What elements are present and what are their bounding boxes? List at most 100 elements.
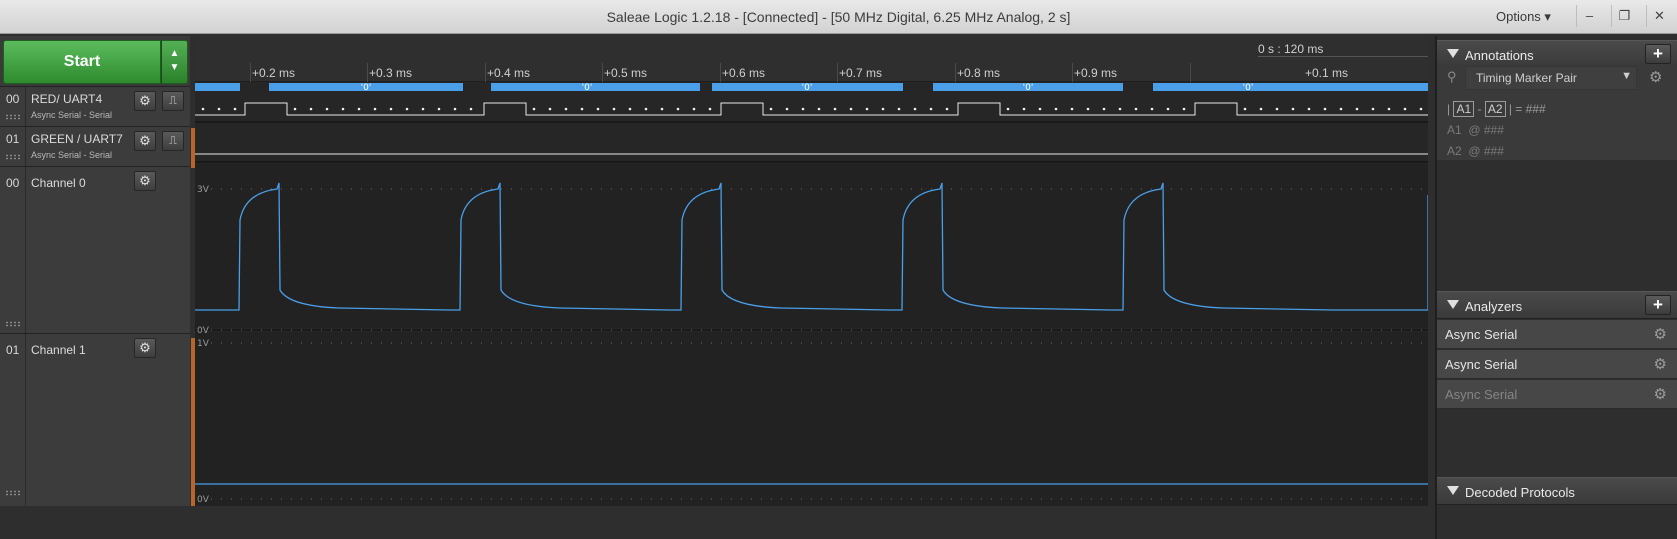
channel-row-channel-1[interactable]: 01 Channel 1 ⚙ — [0, 333, 190, 506]
channel-row-channel-0[interactable]: 00 Channel 0 ⚙ — [0, 166, 190, 333]
analyzer-item[interactable]: Async Serial ⚙ — [1437, 350, 1677, 379]
sample-dot — [357, 107, 361, 111]
decoded-protocols-header[interactable]: Decoded Protocols — [1437, 477, 1677, 505]
a2-line: A2 @ ### — [1447, 144, 1504, 158]
sample-dot — [233, 107, 237, 111]
side-panel: Annotations + ⚲ Timing Marker Pair ▼ ⚙ |… — [1435, 36, 1677, 539]
sample-dot — [1259, 107, 1263, 111]
minimize-button[interactable]: – — [1576, 5, 1602, 27]
drag-grip-icon[interactable] — [5, 114, 21, 120]
decoded-frame-bar[interactable] — [195, 83, 240, 91]
sample-dot — [833, 107, 837, 111]
sample-dot — [1419, 107, 1423, 111]
sample-dot — [1339, 107, 1343, 111]
analyzer-item[interactable]: Async Serial ⚙ — [1437, 380, 1677, 409]
sample-dot — [1054, 107, 1058, 111]
analyzer-label: Async Serial — [1445, 387, 1518, 402]
sample-dot — [1038, 107, 1042, 111]
add-annotation-button[interactable]: + — [1645, 44, 1671, 64]
sample-dot — [676, 107, 680, 111]
sample-dot — [865, 107, 869, 111]
sample-dot — [1275, 107, 1279, 111]
start-button[interactable]: Start — [3, 40, 161, 84]
scale-bottom-label: 0V — [197, 495, 210, 505]
sample-dot — [1371, 107, 1375, 111]
channel-settings-gear-icon[interactable]: ⚙ — [134, 338, 156, 358]
analyzer-settings-gear-icon[interactable]: ⚙ — [1654, 355, 1667, 373]
channel-settings-gear-icon[interactable]: ⚙ — [134, 91, 156, 111]
trigger-icon[interactable]: ⎍ — [162, 91, 184, 111]
channel-settings-gear-icon[interactable]: ⚙ — [134, 171, 156, 191]
channel-name: RED/ UART4 — [31, 92, 103, 106]
close-button[interactable]: ✕ — [1646, 5, 1672, 27]
sample-dot — [548, 107, 552, 111]
scale-top-label: 3V — [197, 185, 210, 195]
options-menu[interactable]: Options ▾ — [1496, 9, 1551, 25]
add-analyzer-button[interactable]: + — [1645, 295, 1671, 315]
sample-dot — [309, 107, 313, 111]
decoded-protocols-title: Decoded Protocols — [1465, 485, 1575, 500]
sample-dot — [1118, 107, 1122, 111]
marker-pair-line: | A1 - A2 | = ### — [1447, 101, 1546, 117]
channel-number: 01 — [6, 132, 20, 146]
start-options-button[interactable]: ▲ ▼ — [161, 40, 188, 84]
marker-select[interactable]: Timing Marker Pair ▼ — [1465, 66, 1637, 90]
time-tick: +0.4 ms — [487, 66, 531, 80]
tick-line — [837, 63, 838, 82]
cursor-bracket — [1258, 56, 1428, 57]
a2-label: A2 — [1447, 144, 1462, 158]
analyzers-header[interactable]: Analyzers + — [1437, 291, 1677, 319]
waveform-view[interactable]: '0' '0' '0' '0' '0' 3V 0V 1V 0V — [195, 82, 1428, 506]
time-tick: +0.2 ms — [252, 66, 296, 80]
decoded-frame-bar[interactable] — [491, 83, 700, 91]
pin-icon: ⚲ — [1447, 69, 1457, 84]
down-arrow-icon: ▼ — [169, 62, 180, 73]
decoded-frame-label: '0' — [361, 83, 372, 93]
time-tick: +0.7 ms — [839, 66, 883, 80]
time-tick: +0.6 ms — [722, 66, 766, 80]
sample-dot — [644, 107, 648, 111]
sample-dot — [817, 107, 821, 111]
restore-button[interactable]: ❐ — [1611, 5, 1637, 27]
channel-number: 00 — [6, 92, 20, 106]
collapse-triangle-icon[interactable] — [1447, 486, 1459, 495]
sample-dot — [1086, 107, 1090, 111]
decoded-frame-label: '0' — [582, 83, 593, 93]
annotations-title: Annotations — [1465, 48, 1534, 63]
channel-row-red-uart4[interactable]: 00 RED/ UART4 Async Serial - Serial ⚙ ⎍ — [0, 86, 190, 126]
analyzer-label: Async Serial — [1445, 327, 1518, 342]
sample-dot — [405, 107, 409, 111]
trigger-icon[interactable]: ⎍ — [162, 131, 184, 151]
window-title: Saleae Logic 1.2.18 - [Connected] - [50 … — [606, 9, 1071, 25]
a1-marker-badge[interactable]: A1 — [1453, 101, 1475, 117]
app-window: Saleae Logic 1.2.18 - [Connected] - [50 … — [0, 0, 1677, 539]
divider — [25, 167, 26, 333]
channel-settings-gear-icon[interactable]: ⚙ — [134, 131, 156, 151]
decoded-frame-bar[interactable] — [1153, 83, 1428, 91]
a1-label: A1 — [1447, 123, 1462, 137]
analyzer-item[interactable]: Async Serial ⚙ — [1437, 320, 1677, 349]
sample-dot — [929, 107, 933, 111]
sample-dot — [1006, 107, 1010, 111]
sample-dot — [373, 107, 377, 111]
drag-grip-icon[interactable] — [5, 154, 21, 160]
sample-dot — [564, 107, 568, 111]
channel-number: 01 — [6, 343, 20, 357]
channel-row-green-uart7[interactable]: 01 GREEN / UART7 Async Serial - Serial ⚙… — [0, 126, 190, 166]
collapse-triangle-icon[interactable] — [1447, 300, 1459, 309]
time-tick: +0.1 ms — [1305, 66, 1349, 80]
a2-marker-badge[interactable]: A2 — [1484, 101, 1506, 117]
drag-grip-icon[interactable] — [5, 490, 21, 496]
sample-dot — [1387, 107, 1391, 111]
annotation-settings-gear-icon[interactable]: ⚙ — [1649, 68, 1662, 86]
channel-analyzer-label: Async Serial - Serial — [31, 110, 113, 120]
up-arrow-icon: ▲ — [169, 48, 180, 59]
drag-grip-icon[interactable] — [5, 321, 21, 327]
analyzer-settings-gear-icon[interactable]: ⚙ — [1654, 385, 1667, 403]
time-axis[interactable]: 0 s : 120 ms +0.2 ms +0.3 ms +0.4 ms +0.… — [195, 36, 1428, 82]
time-tick: +0.3 ms — [369, 66, 413, 80]
collapse-triangle-icon[interactable] — [1447, 49, 1459, 58]
sample-dot — [201, 107, 205, 111]
sample-dot — [1150, 107, 1154, 111]
analyzer-settings-gear-icon[interactable]: ⚙ — [1654, 325, 1667, 343]
